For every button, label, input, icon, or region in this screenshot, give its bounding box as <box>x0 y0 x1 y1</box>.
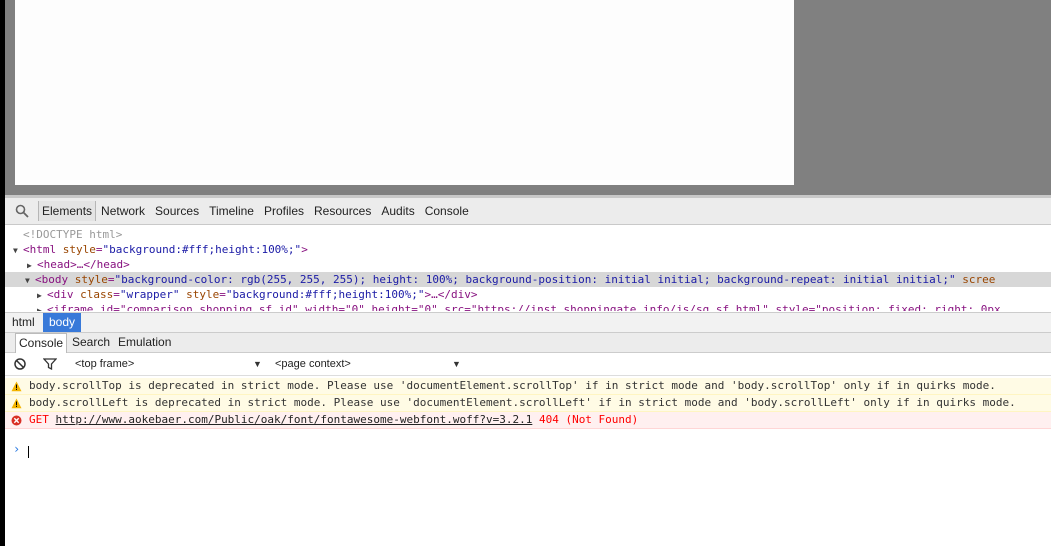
div-class-value: "wrapper" <box>119 288 180 301</box>
console-input[interactable] <box>28 446 29 458</box>
devtools-panel: Elements Network Sources Timeline Profil… <box>5 195 1051 546</box>
context-select[interactable]: <page context> <box>275 353 351 375</box>
filter-icon[interactable] <box>43 358 57 370</box>
tab-timeline[interactable]: Timeline <box>204 201 259 221</box>
elements-tree: <!DOCTYPE html> ▼ <html style="background… <box>5 225 1051 311</box>
error-icon <box>11 415 22 426</box>
body-node[interactable]: ▼ <body style="background-color: rgb(255,… <box>5 272 1051 287</box>
tab-sources[interactable]: Sources <box>150 201 204 221</box>
iframe-node[interactable]: ▶ <iframe id="comparison_shopping_sf_id" … <box>37 302 1001 311</box>
devtools-toolbar: Elements Network Sources Timeline Profil… <box>5 198 1051 225</box>
breadcrumb: html body <box>5 312 1051 333</box>
drawer-tab-search[interactable]: Search <box>72 333 110 352</box>
drawer-tabbar: Console Search Emulation <box>5 333 1051 353</box>
div-attr-style: style <box>186 288 220 301</box>
tab-audits[interactable]: Audits <box>376 201 419 221</box>
head-node[interactable]: ▶ <head>…</head> <box>27 257 130 272</box>
body-attr-tail: scree <box>962 273 996 286</box>
body-attr-name: style <box>74 273 108 286</box>
body-open-tag: <body <box>35 273 69 286</box>
expand-down-icon[interactable]: ▼ <box>25 273 35 288</box>
frame-select[interactable]: <top frame> <box>75 353 134 375</box>
expand-right-icon[interactable]: ▶ <box>27 258 37 273</box>
clear-console-icon[interactable] <box>14 358 26 370</box>
chevron-down-icon[interactable]: ▼ <box>253 353 262 375</box>
tab-profiles[interactable]: Profiles <box>259 201 309 221</box>
expand-down-icon[interactable]: ▼ <box>13 243 23 258</box>
html-open-tag: <html <box>23 243 57 256</box>
head-tag: <head>…</head> <box>37 258 130 271</box>
warning-icon <box>11 398 22 409</box>
tab-resources[interactable]: Resources <box>309 201 376 221</box>
console-message-error: GET http://www.aokebaer.com/Public/oak/f… <box>5 412 1051 429</box>
html-attr-name: style <box>62 243 96 256</box>
console-toolbar: <top frame> ▼ <page context> ▼ <box>5 353 1051 376</box>
page-content-area <box>15 0 794 185</box>
tab-elements[interactable]: Elements <box>38 201 97 221</box>
request-method: GET <box>29 413 49 426</box>
expand-right-icon[interactable]: ▶ <box>37 288 47 303</box>
resource-link[interactable]: http://www.aokebaer.com/Public/oak/font/… <box>56 413 533 426</box>
div-close-tag: >…</div> <box>424 288 478 301</box>
tab-network[interactable]: Network <box>96 201 150 221</box>
html-attr-value: "background:#fff;height:100%;" <box>102 243 302 256</box>
breadcrumb-html[interactable]: html <box>9 313 38 332</box>
div-style-value: "background:#fff;height:100%;" <box>225 288 425 301</box>
drawer-tab-console[interactable]: Console <box>15 333 68 353</box>
console-message-warning: body.scrollLeft is deprecated in strict … <box>5 395 1051 412</box>
div-attr-class: class <box>80 288 114 301</box>
console-messages: body.scrollTop is deprecated in strict m… <box>5 376 1051 546</box>
status-text: 404 (Not Found) <box>538 413 639 426</box>
html-close-bracket: > <box>301 243 308 256</box>
message-text: body.scrollLeft is deprecated in strict … <box>29 396 1016 409</box>
chevron-down-icon[interactable]: ▼ <box>452 353 461 375</box>
div-open-tag: <div <box>47 288 74 301</box>
doctype-node[interactable]: <!DOCTYPE html> <box>23 227 122 242</box>
console-message-warning: body.scrollTop is deprecated in strict m… <box>5 378 1051 395</box>
breadcrumb-body[interactable]: body <box>43 313 82 332</box>
doctype-text: <!DOCTYPE html> <box>23 228 123 241</box>
body-attr-value: "background-color: rgb(255, 255, 255); h… <box>114 273 956 286</box>
search-icon[interactable] <box>15 204 29 218</box>
message-text: body.scrollTop is deprecated in strict m… <box>29 379 996 392</box>
tab-console[interactable]: Console <box>420 201 474 221</box>
drawer-tab-emulation[interactable]: Emulation <box>118 333 171 352</box>
iframe-text: <iframe id="comparison_shopping_sf_id" w… <box>47 303 1001 311</box>
warning-icon <box>11 381 22 392</box>
html-node[interactable]: ▼ <html style="background:#fff;height:100… <box>13 242 308 257</box>
console-prompt-icon: › <box>13 442 21 456</box>
expand-right-icon[interactable]: ▶ <box>37 303 47 311</box>
div-wrapper-node[interactable]: ▶ <div class="wrapper" style="background:… <box>37 287 478 302</box>
page-viewport <box>5 0 1051 195</box>
